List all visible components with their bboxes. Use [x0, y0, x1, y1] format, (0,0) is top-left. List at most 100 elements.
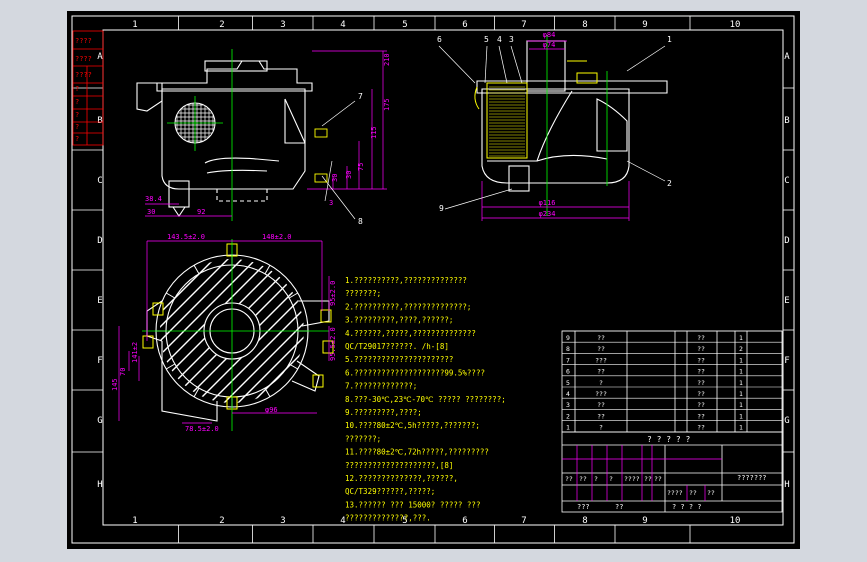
bom-cell-spec: ?? — [697, 412, 705, 420]
dimension-label: φ234 — [539, 210, 556, 218]
stamp-cell: ???? — [75, 71, 92, 79]
row-label: F — [784, 356, 789, 366]
plan-bosses — [142, 243, 334, 410]
balloon-label: 6 — [437, 35, 442, 44]
stamp-cell: ? — [75, 111, 79, 119]
note-line: 6.????????????????????99.5%???? — [345, 368, 485, 377]
bom-cell-spec: ?? — [697, 368, 705, 376]
front-left-bracket — [136, 82, 163, 112]
bom-cell-name: ?? — [597, 401, 605, 409]
balloon-label: 1 — [667, 35, 672, 44]
bom-cell-no: 6 — [566, 368, 570, 376]
front-outlet-tip — [172, 206, 186, 217]
column-label: 2 — [219, 20, 224, 30]
note-line: 4.??????,?????,?????????????? — [345, 329, 476, 338]
balloon-label: 3 — [509, 35, 514, 44]
plan-spoke — [165, 292, 176, 299]
plan-spoke — [288, 363, 299, 370]
bom-cell-no: 2 — [566, 412, 570, 420]
bom-cell-qty: 1 — [739, 390, 743, 398]
row-label: B — [784, 116, 789, 126]
title-block-title: ? ? ? ? ? — [647, 435, 691, 444]
note-line: ???????; — [345, 434, 381, 443]
front-top-lid — [156, 60, 313, 92]
dimension-label: 210 — [383, 53, 391, 66]
column-label: 10 — [730, 516, 741, 526]
stamp-cell: ? — [75, 85, 79, 93]
front-hidden-lines — [216, 189, 268, 202]
stamp-cell: ? — [75, 135, 79, 143]
dimension-label: 95±2.0 — [329, 281, 337, 306]
front-view — [136, 60, 313, 217]
note-line: 12.??????????????,??????, — [345, 474, 458, 483]
column-label: 7 — [521, 516, 526, 526]
dimension-label: 3 — [329, 199, 333, 207]
note-line: QC/T29017??????. /h-[8] — [345, 342, 449, 351]
bom-cell-name: ?? — [597, 345, 605, 353]
bom-cell-name: ?? — [597, 368, 605, 376]
bom-rows: 9???? 1 8???? 2 7????? 1 6???? 1 5??? 1 4????? 1 3??… — [562, 330, 782, 432]
dimension-label: φ84 — [543, 31, 556, 39]
dimension-label: 141±2 — [131, 342, 139, 363]
balloon-label: 7 — [358, 92, 363, 101]
front-dim-labels: 38.4 30 92 175 210 115 75 30 30 3 — [145, 53, 391, 216]
title-block-bottom-right: ? ? ? ? — [672, 503, 702, 511]
column-label: 9 — [642, 516, 647, 526]
title-block-label: ?? — [654, 475, 662, 483]
side-bottom-tube — [508, 165, 530, 192]
title-block-label: ?? — [644, 475, 652, 483]
dimension-label: 175 — [383, 98, 391, 111]
bom-cell-name: ? — [599, 424, 603, 432]
side-outlet-port — [596, 98, 628, 152]
title-block-bottom-mid: ?? — [615, 503, 623, 511]
side-filter-element — [486, 82, 528, 159]
bom-cell-no: 8 — [566, 345, 570, 353]
row-labels-right: A B C D E F G H — [783, 52, 794, 490]
dimension-label: 92 — [197, 208, 205, 216]
note-line: 1.??????????,?????????????? — [345, 276, 467, 285]
dimension-label: 75 — [357, 163, 365, 171]
dimension-label: 78.5±2.0 — [185, 425, 219, 433]
column-label: 3 — [280, 20, 285, 30]
side-leaders — [438, 45, 666, 210]
column-label: 4 — [340, 20, 345, 30]
side-balloons: 6 5 4 3 1 2 9 — [437, 35, 672, 213]
row-label: D — [97, 236, 102, 246]
title-block-label: ???? — [624, 475, 640, 483]
dimension-label: φ96 — [265, 406, 278, 414]
column-label: 6 — [462, 516, 467, 526]
drawing-canvas[interactable]: 1 2 3 4 5 6 7 8 9 10 1 2 3 4 5 6 7 8 9 10 ABCDEFGH ABCDEFG… — [67, 11, 800, 549]
title-block — [561, 431, 783, 513]
bom-cell-no: 5 — [566, 379, 570, 387]
technical-notes: 1.??????????,?????????????????????; 2.???… — [345, 276, 506, 523]
bom-cell-no: 1 — [566, 424, 570, 432]
bom-cell-name: ??? — [595, 390, 607, 398]
title-block-label: ? — [594, 475, 598, 483]
stamp-cell: ???? — [75, 37, 92, 45]
row-label: H — [784, 480, 789, 490]
note-line: 9.?????????,????; — [345, 408, 422, 417]
row-label: G — [97, 416, 102, 426]
column-label: 6 — [462, 20, 467, 30]
note-line: 13.?????? ??? 15000? ????? ??? — [345, 500, 480, 509]
bom-cell-name: ??? — [595, 356, 607, 364]
bom-cell-spec: ?? — [697, 356, 705, 364]
cad-drawing: 1 2 3 4 5 6 7 8 9 10 1 2 3 4 5 6 7 8 9 10 ABCDEFGH ABCDEFG… — [71, 15, 795, 544]
dimension-label: φ116 — [539, 199, 556, 207]
bom-cell-qty: 1 — [739, 401, 743, 409]
column-label: 7 — [521, 20, 526, 30]
dimension-label: 115 — [370, 126, 378, 139]
dimension-label: 38.4 — [145, 195, 162, 203]
column-label: 1 — [132, 20, 137, 30]
column-label: 1 — [132, 516, 137, 526]
column-label: 3 — [280, 516, 285, 526]
bom-cell-no: 9 — [566, 334, 570, 342]
left-stamp-text: ????????????????? — [75, 37, 92, 143]
plan-view — [146, 254, 330, 422]
front-bolts — [314, 128, 328, 183]
row-label: H — [97, 480, 102, 490]
title-block-labels: ?????????????? — [565, 475, 662, 483]
plan-centerlines — [142, 239, 329, 431]
column-label: 10 — [730, 20, 741, 30]
bom-cell-spec: ?? — [697, 334, 705, 342]
